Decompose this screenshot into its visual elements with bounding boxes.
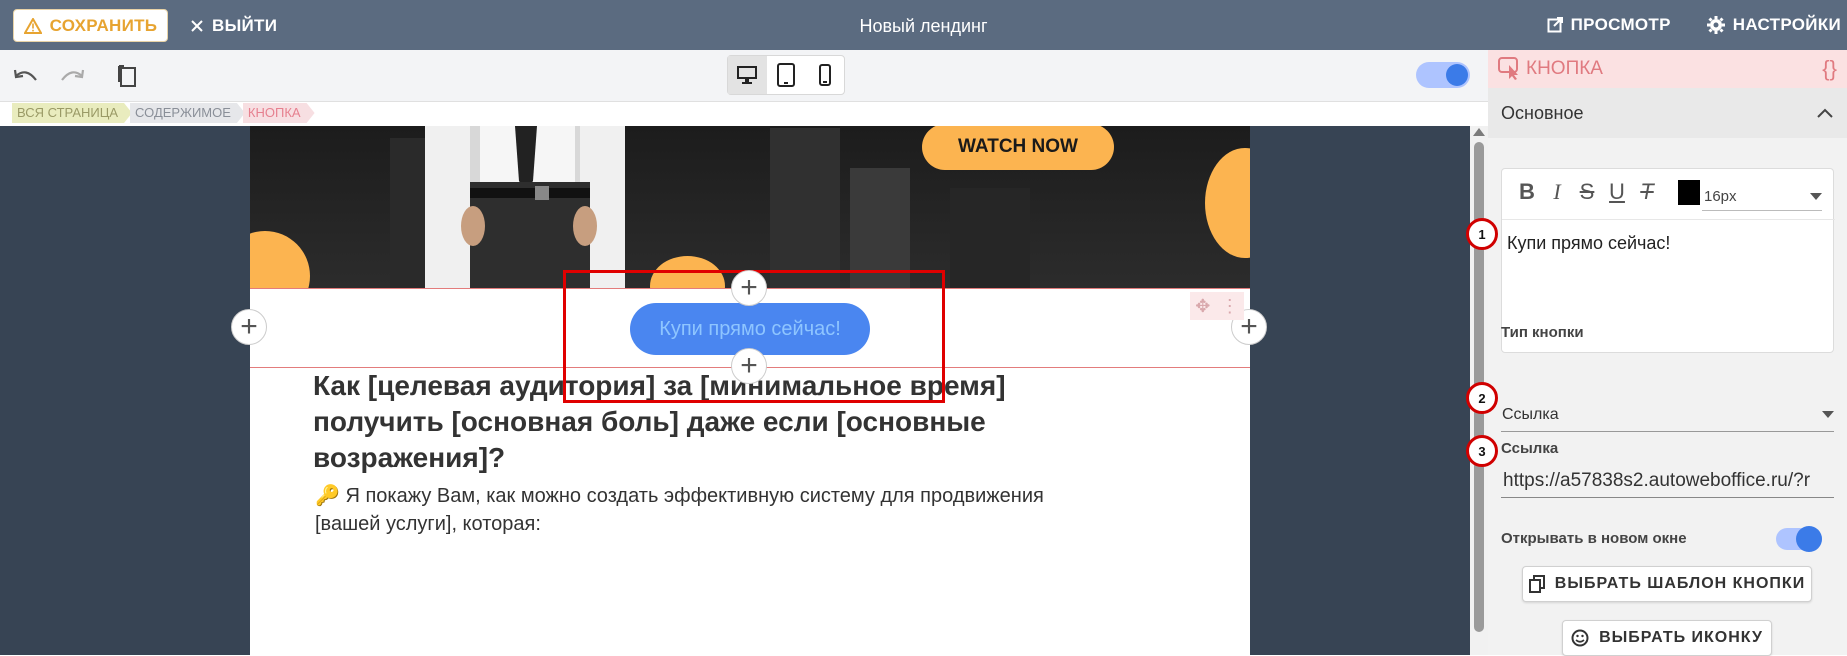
text-color-swatch[interactable] — [1678, 179, 1700, 205]
person-image — [425, 126, 625, 288]
close-icon — [191, 19, 203, 32]
button-click-icon — [1498, 57, 1518, 80]
format-toolbar: B I S U T — [1516, 179, 1700, 205]
add-block-left-button[interactable]: + — [231, 309, 267, 345]
gear-icon — [1706, 16, 1725, 34]
preview-button[interactable]: ПРОСМОТР — [1547, 15, 1671, 35]
marker-2: 2 — [1466, 382, 1498, 414]
button-type-value: Ссылка — [1502, 405, 1559, 423]
move-icon[interactable]: ✥ — [1195, 296, 1210, 317]
link-input[interactable]: https://a57838s2.autoweboffice.ru/?r — [1501, 464, 1834, 498]
redo-button[interactable] — [58, 62, 86, 90]
properties-panel: КНОПКА {} Основное B I S U T 16px Купи п… — [1466, 50, 1847, 656]
desktop-icon — [737, 66, 758, 84]
copy-icon — [1528, 575, 1545, 593]
panel-header: КНОПКА {} — [1488, 50, 1847, 88]
external-link-icon — [1547, 17, 1563, 33]
add-block-below-button[interactable]: + — [731, 348, 767, 384]
italic-icon[interactable]: I — [1546, 179, 1568, 205]
add-block-above-button[interactable]: + — [731, 270, 767, 306]
font-size-select[interactable]: 16px — [1702, 183, 1822, 211]
preview-label: ПРОСМОТР — [1570, 15, 1671, 34]
settings-label: НАСТРОЙКИ — [1732, 15, 1841, 34]
breadcrumb: ВСЯ СТРАНИЦА СОДЕРЖИМОЕ КНОПКА — [12, 102, 315, 124]
new-window-label: Открывать в новом окне — [1501, 530, 1687, 547]
clear-format-icon[interactable]: T — [1636, 179, 1658, 205]
section-basic-header[interactable]: Основное — [1488, 88, 1847, 138]
warning-icon — [23, 17, 42, 34]
choose-template-label: ВЫБРАТЬ ШАБЛОН КНОПКИ — [1554, 575, 1806, 592]
mobile-icon — [818, 64, 831, 86]
code-icon[interactable]: {} — [1822, 56, 1837, 82]
tablet-icon — [777, 63, 795, 87]
redo-icon — [61, 69, 85, 81]
hero-section[interactable]: WATCH NOW — [250, 126, 1250, 288]
save-button[interactable]: СОХРАНИТЬ — [13, 9, 168, 42]
strikethrough-icon[interactable]: S — [1576, 179, 1598, 205]
button-type-label: Тип кнопки — [1501, 324, 1584, 341]
panel-title: КНОПКА — [1526, 58, 1603, 79]
underline-icon[interactable]: U — [1606, 179, 1628, 205]
settings-button[interactable]: НАСТРОЙКИ — [1706, 15, 1841, 35]
clipboard-icon — [118, 65, 136, 87]
button-text-field[interactable]: Купи прямо сейчас! — [1507, 233, 1670, 254]
breadcrumb-whole-page[interactable]: ВСЯ СТРАНИЦА — [12, 103, 132, 123]
marker-1: 1 — [1466, 218, 1498, 250]
choose-icon-button[interactable]: ВЫБРАТЬ ИКОНКУ — [1562, 620, 1772, 656]
choose-icon-label: ВЫБРАТЬ ИКОНКУ — [1599, 629, 1763, 646]
breadcrumb-content[interactable]: СОДЕРЖИМОЕ — [130, 103, 245, 123]
undo-icon — [13, 69, 37, 81]
desktop-view-button[interactable] — [728, 56, 767, 94]
caret-down-icon — [1822, 410, 1834, 418]
breadcrumb-button[interactable]: КНОПКА — [243, 103, 315, 123]
section-basic-label: Основное — [1501, 102, 1584, 123]
editor-mode-toggle[interactable] — [1416, 62, 1470, 88]
mobile-view-button[interactable] — [805, 56, 844, 94]
bold-icon[interactable]: B — [1516, 179, 1538, 205]
new-window-toggle[interactable] — [1776, 526, 1822, 552]
marker-3: 3 — [1466, 435, 1498, 467]
link-label: Ссылка — [1501, 440, 1559, 457]
tablet-view-button[interactable] — [767, 56, 806, 94]
clipboard-button[interactable] — [114, 62, 142, 90]
save-label: СОХРАНИТЬ — [49, 15, 158, 35]
caret-down-icon — [1810, 192, 1822, 200]
block-drag-handle[interactable]: ✥ ⋮ — [1190, 292, 1244, 320]
exit-label: ВЫЙТИ — [212, 15, 278, 35]
watch-now-button[interactable]: WATCH NOW — [922, 126, 1114, 170]
undo-button[interactable] — [12, 62, 40, 90]
font-size-value: 16px — [1704, 188, 1737, 205]
chevron-up-icon — [1817, 108, 1833, 118]
more-vertical-icon[interactable]: ⋮ — [1221, 296, 1239, 317]
top-bar: Новый лендинг СОХРАНИТЬ ВЫЙТИ ПРОСМОТР Н… — [0, 0, 1847, 50]
button-type-select[interactable]: Ссылка — [1501, 398, 1834, 432]
exit-button[interactable]: ВЫЙТИ — [190, 9, 277, 42]
smile-icon — [1571, 629, 1589, 647]
choose-template-button[interactable]: ВЫБРАТЬ ШАБЛОН КНОПКИ — [1522, 566, 1812, 602]
section-paragraph: 🔑 Я покажу Вам, как можно создать эффект… — [315, 485, 1044, 535]
device-switcher — [727, 55, 845, 95]
